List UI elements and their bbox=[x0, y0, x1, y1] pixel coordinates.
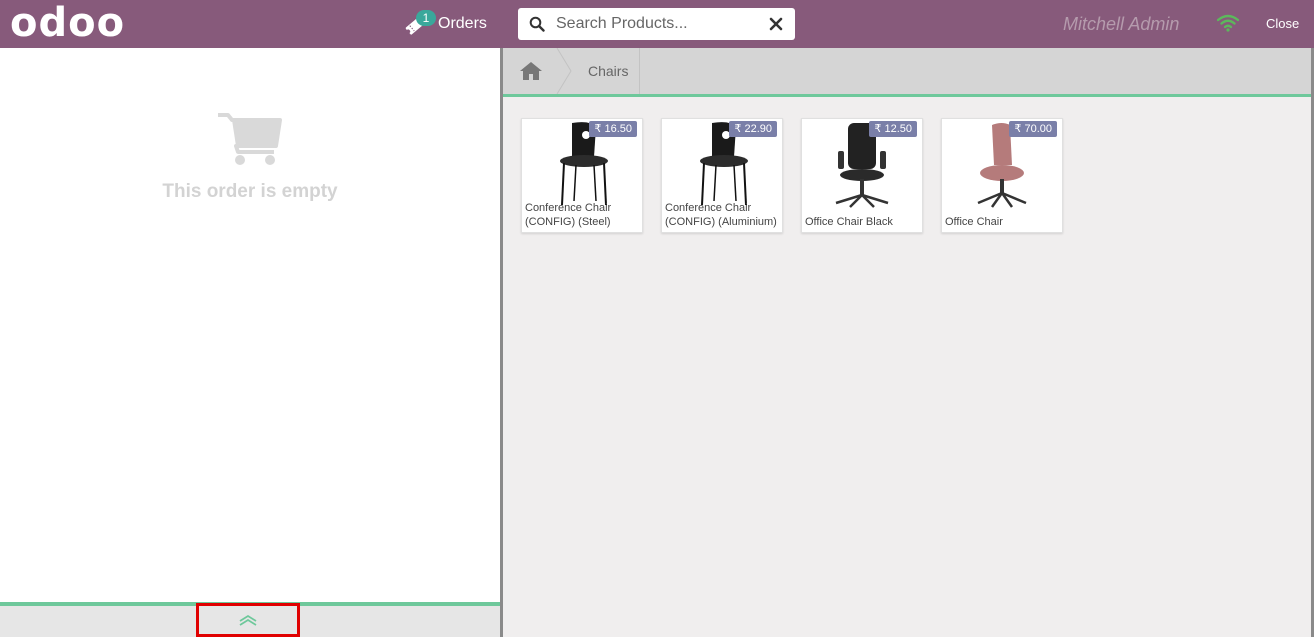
product-name: Office Chair Black bbox=[805, 216, 893, 228]
close-button[interactable]: Close bbox=[1266, 16, 1299, 31]
user-name: Mitchell Admin bbox=[1063, 14, 1180, 34]
home-icon bbox=[519, 62, 542, 80]
price-tag: ₹ 70.00 bbox=[1009, 121, 1057, 137]
product-name: Office Chair bbox=[945, 216, 1003, 228]
product-name: Conference Chair (CONFIG) (Steel) bbox=[525, 202, 612, 228]
clear-search-icon[interactable] bbox=[769, 17, 783, 31]
product-card[interactable]: ₹ 16.50 Conference Chair (CONFIG) (Steel… bbox=[521, 118, 643, 233]
expand-order-button[interactable] bbox=[196, 603, 300, 637]
ticket-icon: 1 bbox=[404, 10, 436, 36]
double-chevron-up-icon bbox=[239, 614, 257, 626]
product-card[interactable]: ₹ 12.50 Office Chair Black bbox=[801, 118, 923, 233]
breadcrumb-category[interactable]: Chairs bbox=[572, 48, 640, 94]
orders-label: Orders bbox=[438, 15, 487, 32]
breadcrumb: Chairs bbox=[503, 48, 1311, 97]
top-bar: odoo 1 Orders Mitchell Admin bbox=[0, 0, 1314, 48]
odoo-logo: odoo bbox=[10, 0, 126, 46]
breadcrumb-separator bbox=[556, 48, 572, 94]
orders-count-badge: 1 bbox=[416, 10, 436, 26]
search-input[interactable] bbox=[556, 15, 756, 33]
wifi-icon[interactable] bbox=[1217, 14, 1239, 32]
price-tag: ₹ 22.90 bbox=[729, 121, 777, 137]
empty-order-message: This order is empty bbox=[162, 181, 338, 202]
product-card[interactable]: ₹ 22.90 Conference Chair (CONFIG) (Alumi… bbox=[661, 118, 783, 233]
price-tag: ₹ 16.50 bbox=[589, 121, 637, 137]
search-icon bbox=[529, 16, 545, 32]
orders-button[interactable]: 1 Orders bbox=[404, 8, 487, 40]
product-card[interactable]: ₹ 70.00 Office Chair bbox=[941, 118, 1063, 233]
product-pane: Chairs ₹ 16.50 Conference Chair (CONFIG)… bbox=[503, 48, 1311, 637]
shopping-cart-icon bbox=[218, 113, 282, 165]
price-tag: ₹ 12.50 bbox=[869, 121, 917, 137]
breadcrumb-home[interactable] bbox=[503, 48, 558, 94]
product-name: Conference Chair (CONFIG) (Aluminium) bbox=[665, 202, 777, 228]
order-pane: This order is empty bbox=[0, 48, 500, 637]
search-bar bbox=[518, 8, 795, 40]
